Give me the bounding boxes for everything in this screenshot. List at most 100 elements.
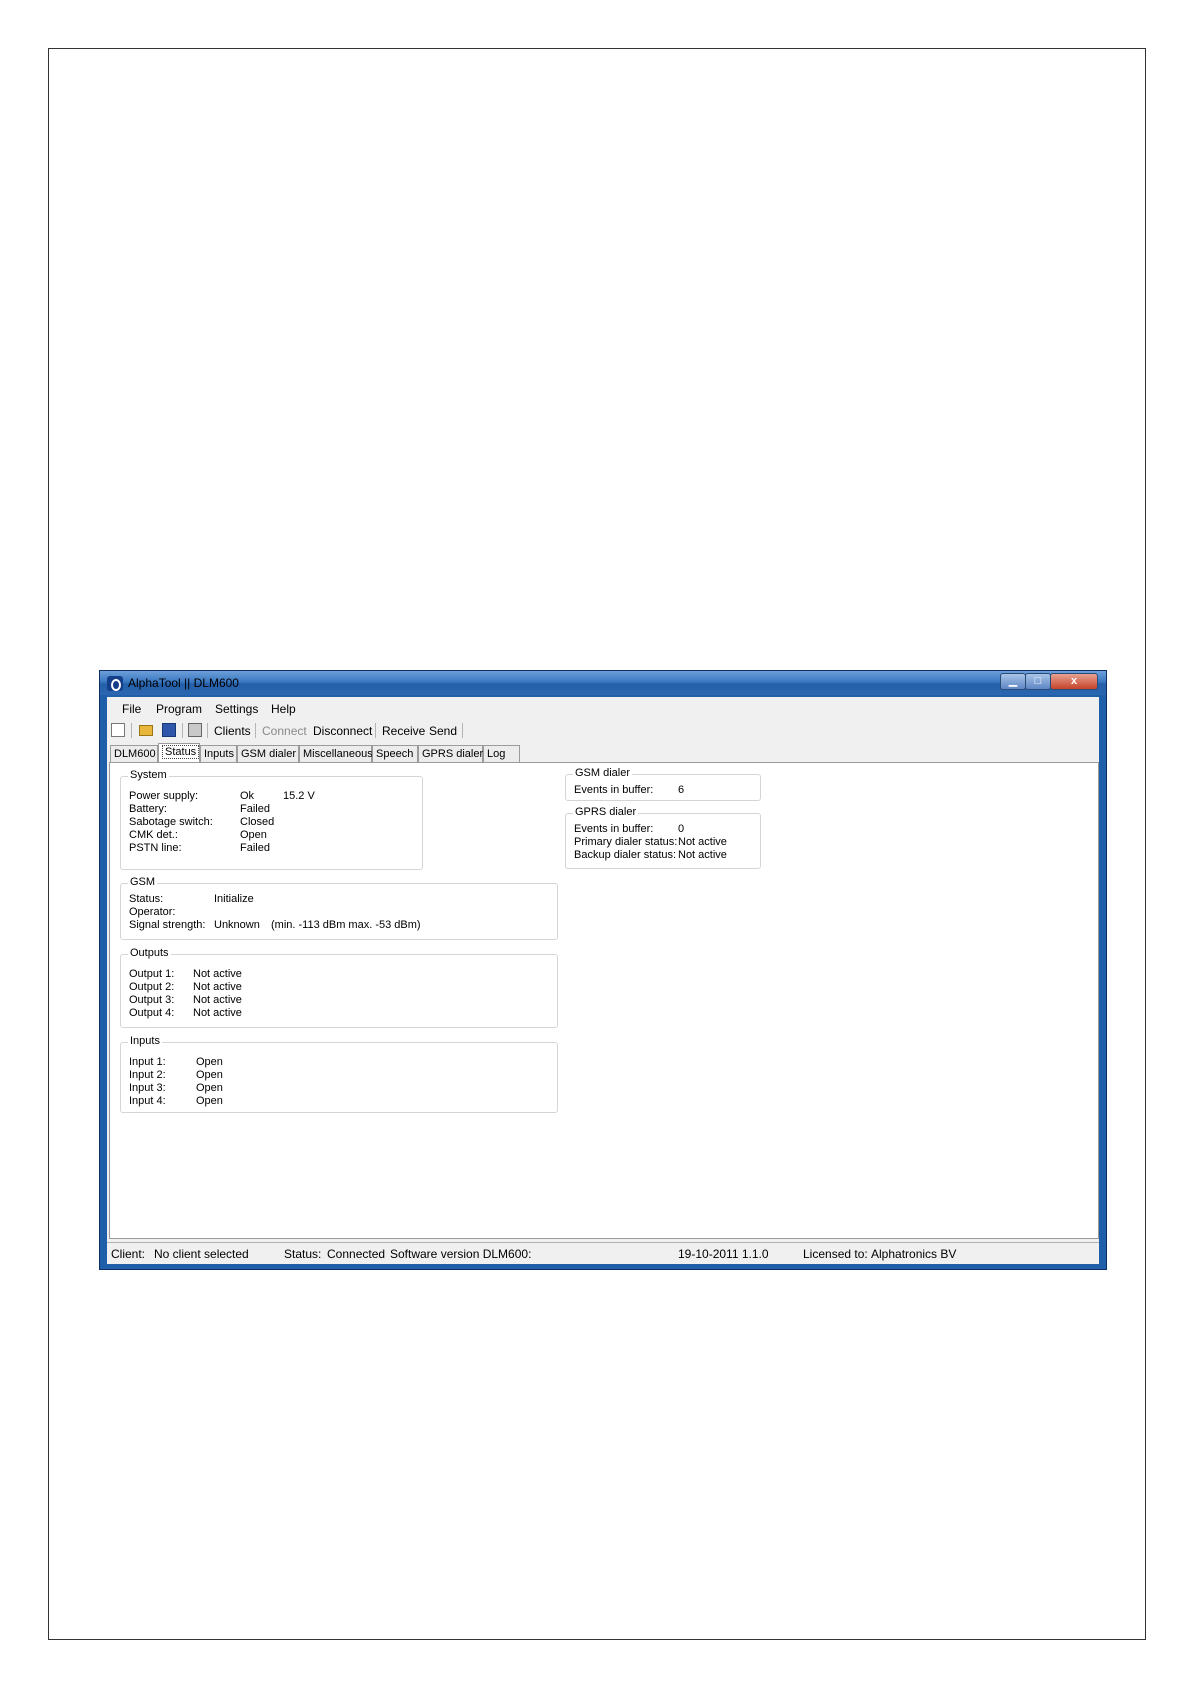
- pstn-line-label: PSTN line:: [129, 842, 182, 854]
- app-logo-icon: [107, 676, 123, 691]
- gsm-signal-range: (min. -113 dBm max. -53 dBm): [271, 919, 421, 931]
- input-3-label: Input 3:: [129, 1082, 166, 1094]
- cmk-det-label: CMK det.:: [129, 829, 178, 841]
- outputs-group: Outputs Output 1: Not active Output 2: N…: [120, 947, 558, 1028]
- input-3-value: Open: [196, 1082, 223, 1094]
- toolbar-separator: [375, 723, 376, 738]
- receive-button[interactable]: Receive: [382, 724, 425, 738]
- statusbar-software-label: Software version DLM600:: [390, 1247, 532, 1261]
- gsm-dialer-group-title: GSM dialer: [573, 767, 633, 779]
- clients-button[interactable]: Clients: [214, 724, 251, 738]
- battery-label: Battery:: [129, 803, 167, 815]
- output-2-value: Not active: [193, 981, 242, 993]
- input-2-value: Open: [196, 1069, 223, 1081]
- maximize-icon[interactable]: □: [1025, 673, 1051, 690]
- title-bar[interactable]: AlphaTool || DLM600 ▁ □ x: [100, 671, 1106, 695]
- gprs-primary-label: Primary dialer status:: [574, 836, 678, 848]
- tab-gsm-dialer[interactable]: GSM dialer: [237, 745, 299, 762]
- statusbar-licensed-label: Licensed to:: [803, 1247, 868, 1261]
- battery-value: Failed: [240, 803, 270, 815]
- output-4-label: Output 4:: [129, 1007, 175, 1019]
- input-2-label: Input 2:: [129, 1069, 166, 1081]
- toolbar-separator: [182, 723, 183, 738]
- power-supply-voltage: 15.2 V: [283, 790, 315, 802]
- app-window: AlphaTool || DLM600 ▁ □ x File Program S…: [99, 670, 1107, 1270]
- outputs-group-title: Outputs: [128, 947, 171, 959]
- status-panel: System Power supply: Ok 15.2 V Battery: …: [109, 762, 1099, 1239]
- input-1-label: Input 1:: [129, 1056, 166, 1068]
- sabotage-switch-label: Sabotage switch:: [129, 816, 213, 828]
- inputs-group-title: Inputs: [128, 1035, 162, 1047]
- minimize-icon[interactable]: ▁: [1000, 673, 1026, 690]
- gprs-dialer-events-value: 0: [678, 823, 685, 835]
- status-bar: Client: No client selected Status: Conne…: [107, 1242, 1099, 1264]
- print-icon[interactable]: [188, 723, 202, 737]
- gsm-operator-label: Operator:: [129, 906, 176, 918]
- input-4-value: Open: [196, 1095, 223, 1107]
- window-client-area: File Program Settings Help Clients Conne…: [107, 697, 1099, 1264]
- menu-help[interactable]: Help: [271, 702, 296, 716]
- gsm-group: GSM Status: Initialize Operator: Signal …: [120, 876, 558, 940]
- power-supply-value: Ok: [240, 790, 255, 802]
- toolbar-separator: [131, 723, 132, 738]
- toolbar: Clients Connect Disconnect Receive Send: [107, 719, 1099, 741]
- statusbar-client-label: Client:: [111, 1247, 146, 1261]
- sabotage-switch-value: Closed: [240, 816, 275, 828]
- connect-button[interactable]: Connect: [262, 724, 307, 738]
- inputs-group: Inputs Input 1: Open Input 2: Open Input…: [120, 1035, 558, 1113]
- gsm-status-label: Status:: [129, 893, 164, 905]
- menu-help-label: Help: [271, 702, 296, 716]
- power-supply-label: Power supply:: [129, 790, 199, 802]
- toolbar-separator: [207, 723, 208, 738]
- menu-file-label: File: [122, 702, 142, 716]
- save-icon[interactable]: [162, 723, 176, 737]
- gsm-dialer-events-label: Events in buffer:: [574, 784, 654, 796]
- output-4-value: Not active: [193, 1007, 242, 1019]
- menu-settings[interactable]: Settings: [215, 702, 258, 716]
- tab-status[interactable]: Status: [158, 743, 200, 763]
- output-1-label: Output 1:: [129, 968, 175, 980]
- gsm-dialer-group: GSM dialer Events in buffer: 6: [565, 767, 761, 801]
- gprs-backup-value: Not active: [678, 849, 727, 861]
- tab-dlm600[interactable]: DLM600: [110, 745, 158, 762]
- tab-status-label: Status: [162, 745, 200, 759]
- tab-speech[interactable]: Speech: [372, 745, 418, 762]
- gsm-dialer-events-value: 6: [678, 784, 685, 796]
- toolbar-separator: [255, 723, 256, 738]
- gprs-backup-label: Backup dialer status:: [574, 849, 677, 861]
- menu-settings-label: Settings: [215, 702, 259, 716]
- output-2-label: Output 2:: [129, 981, 175, 993]
- menu-program-label: Program: [156, 702, 203, 716]
- toolbar-separator: [462, 723, 463, 738]
- statusbar-software-value: 19-10-2011 1.1.0: [678, 1247, 769, 1261]
- disconnect-button[interactable]: Disconnect: [313, 724, 372, 738]
- menu-file[interactable]: File: [122, 702, 141, 716]
- statusbar-status-value: Connected: [327, 1247, 386, 1261]
- cmk-det-value: Open: [240, 829, 267, 841]
- output-3-label: Output 3:: [129, 994, 175, 1006]
- gsm-signal-label: Signal strength:: [129, 919, 206, 931]
- tab-miscellaneous[interactable]: Miscellaneous: [299, 745, 373, 762]
- gprs-dialer-group-title: GPRS dialer: [573, 806, 639, 818]
- tab-inputs[interactable]: Inputs: [200, 745, 237, 762]
- statusbar-status-label: Status:: [284, 1247, 322, 1261]
- statusbar-licensed-value: Alphatronics BV: [871, 1247, 957, 1261]
- window-title: AlphaTool || DLM600: [128, 676, 239, 690]
- open-folder-icon[interactable]: [139, 725, 153, 736]
- new-file-icon[interactable]: [111, 723, 125, 737]
- output-1-value: Not active: [193, 968, 242, 980]
- gsm-signal-value: Unknown: [214, 919, 260, 931]
- menu-program[interactable]: Program: [156, 702, 202, 716]
- send-button[interactable]: Send: [429, 724, 457, 738]
- gprs-primary-value: Not active: [678, 836, 727, 848]
- output-3-value: Not active: [193, 994, 242, 1006]
- tab-log[interactable]: Log: [483, 745, 520, 762]
- system-group-title: System: [128, 769, 169, 781]
- input-4-label: Input 4:: [129, 1095, 166, 1107]
- close-icon[interactable]: x: [1050, 673, 1098, 690]
- system-group: System Power supply: Ok 15.2 V Battery: …: [120, 769, 423, 870]
- gsm-group-title: GSM: [128, 876, 158, 888]
- gsm-status-value: Initialize: [214, 893, 254, 905]
- tab-gprs-dialer[interactable]: GPRS dialer: [418, 745, 483, 762]
- statusbar-client-value: No client selected: [154, 1247, 249, 1261]
